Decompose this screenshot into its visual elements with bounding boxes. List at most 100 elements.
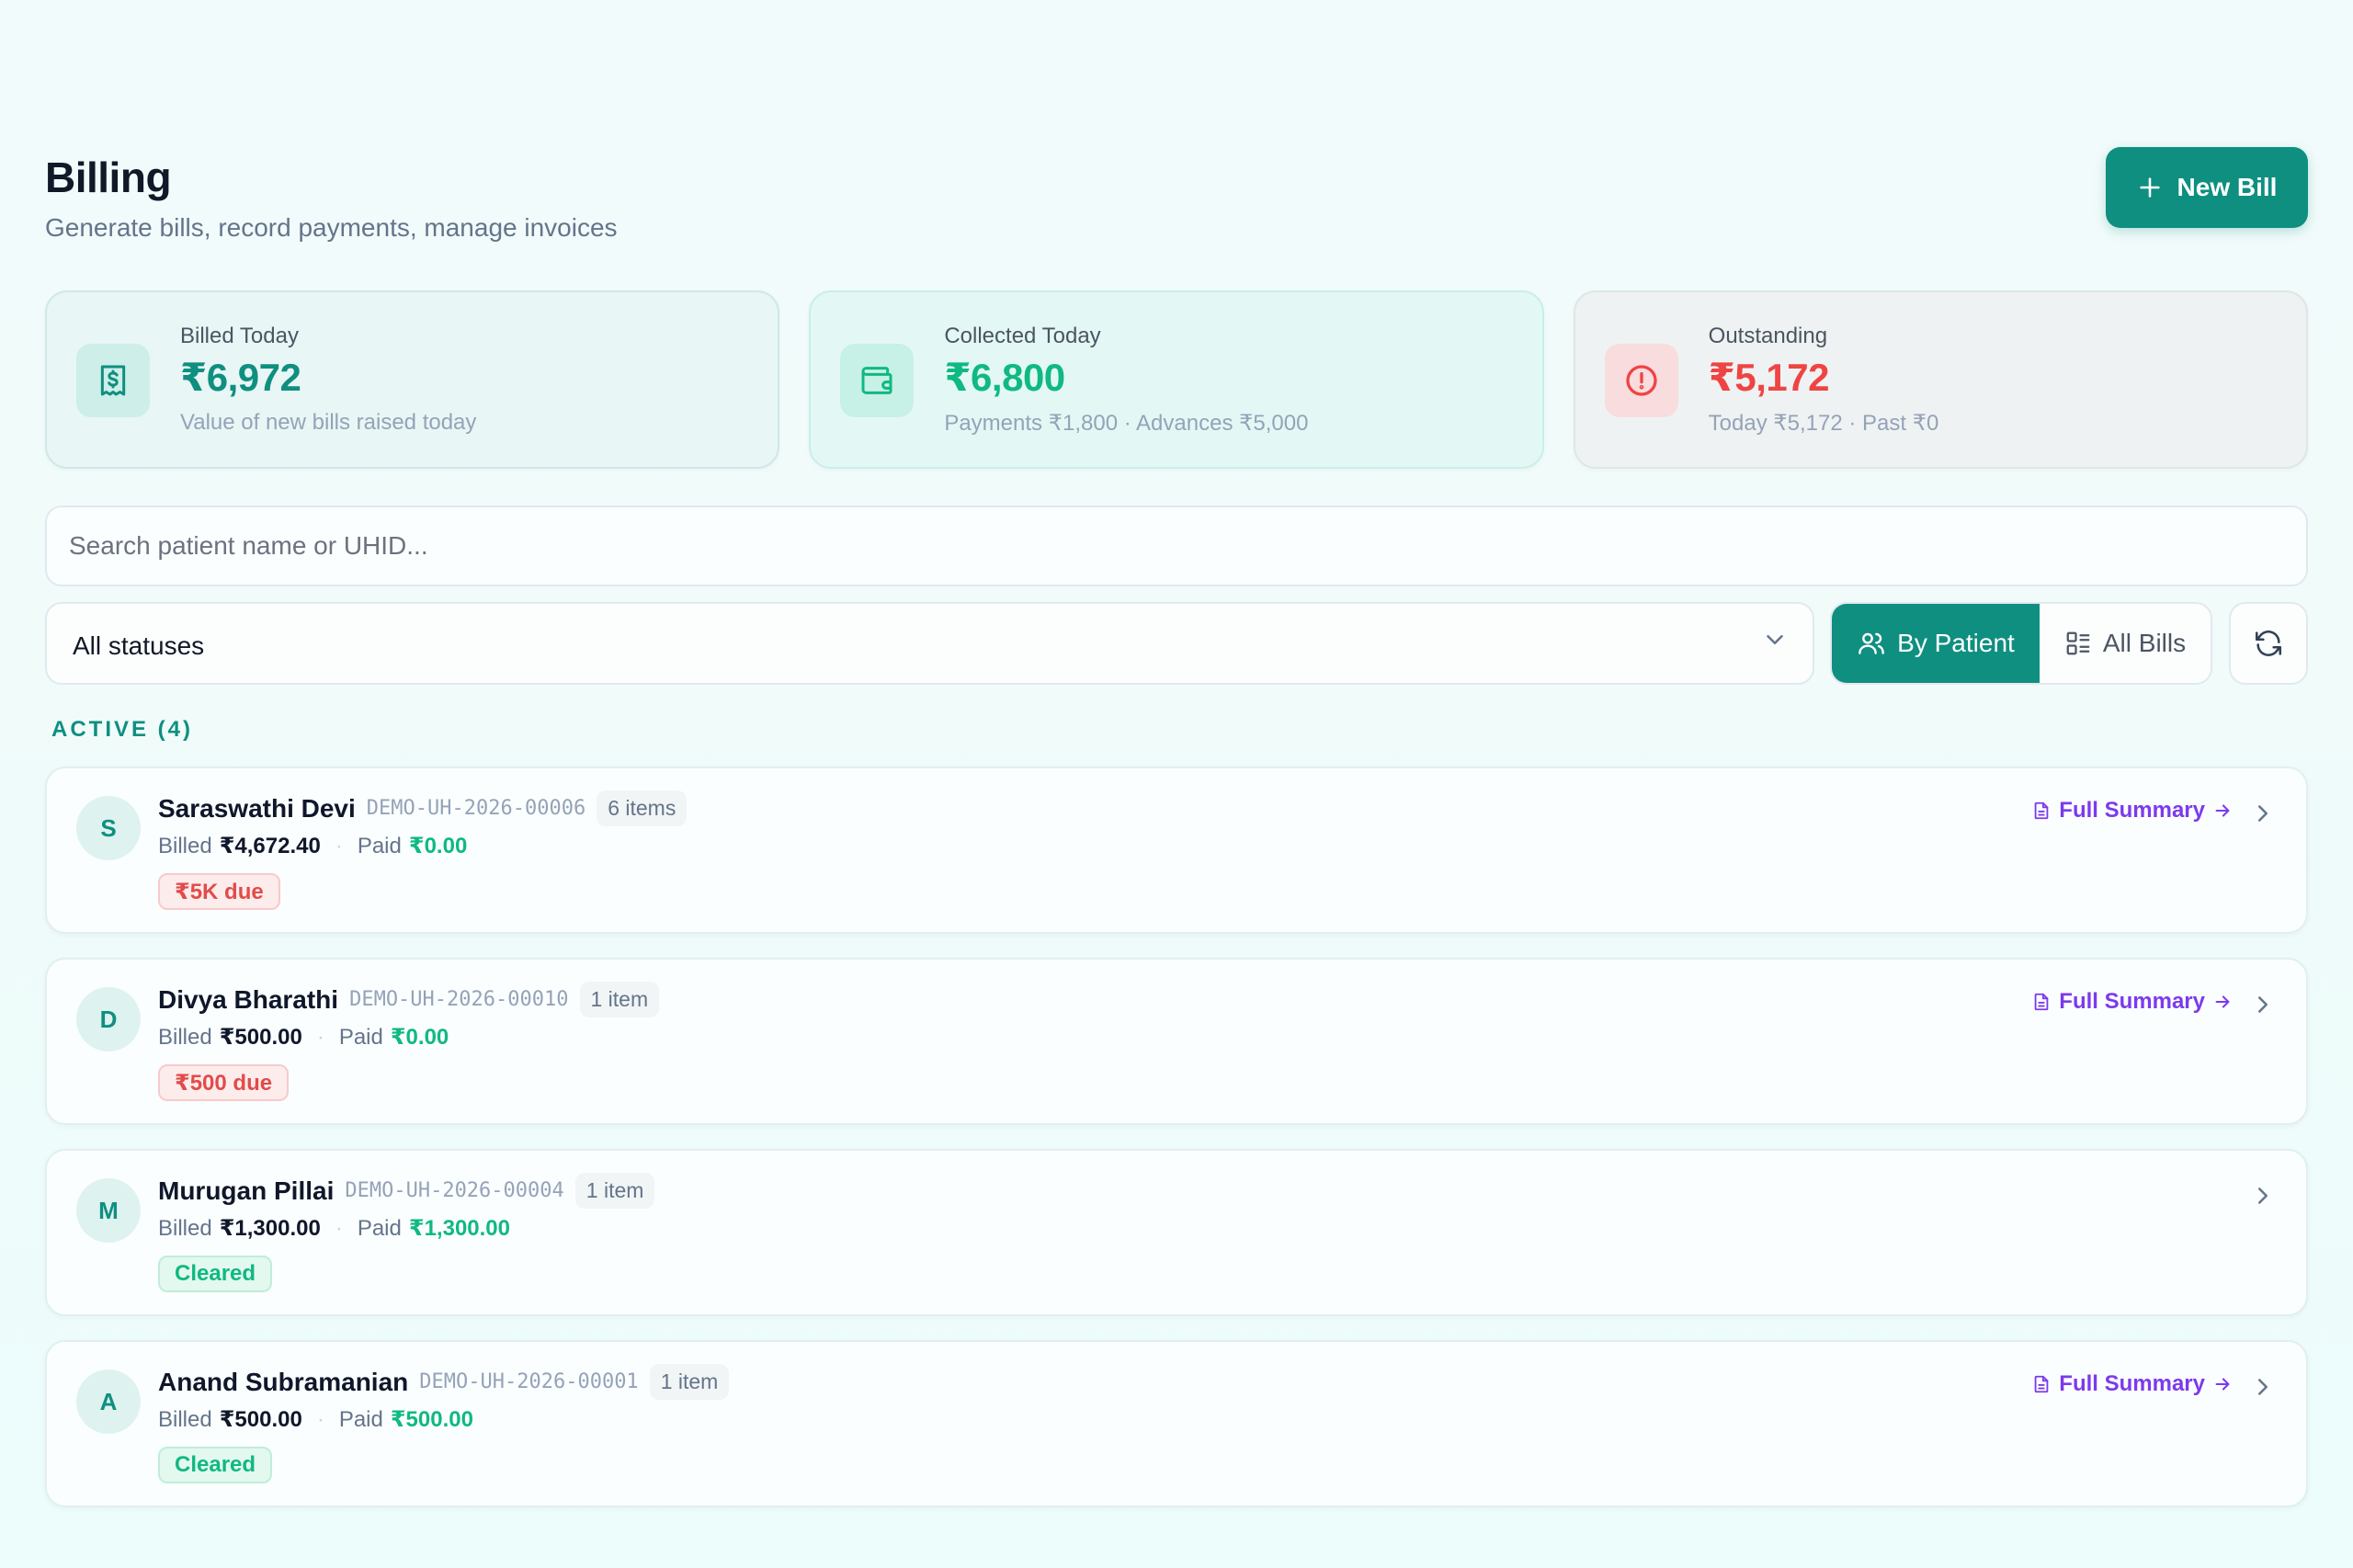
page-header: Billing Generate bills, record payments,… (45, 147, 2308, 248)
status-filter-select[interactable]: All statuses (45, 602, 1814, 685)
patient-header-line: Anand Subramanian DEMO-UH-2026-00001 1 i… (158, 1364, 730, 1400)
patient-header-line: Saraswathi Devi DEMO-UH-2026-00006 6 ite… (158, 790, 688, 826)
patient-header-line: Murugan Pillai DEMO-UH-2026-00004 1 item (158, 1173, 655, 1209)
new-bill-label: New Bill (2177, 173, 2278, 201)
section-label-active: ACTIVE (4) (51, 717, 194, 742)
document-icon (2034, 993, 2049, 1011)
patient-row[interactable]: S Saraswathi Devi DEMO-UH-2026-00006 6 i… (45, 767, 2308, 934)
item-count-badge: 1 item (574, 1173, 655, 1209)
avatar: M (76, 1178, 141, 1243)
patient-header-line: Divya Bharathi DEMO-UH-2026-00010 1 item (158, 982, 660, 1017)
full-summary-link[interactable]: Full Summary (2031, 1371, 2233, 1397)
billed-label: Billed (158, 1024, 212, 1050)
stat-label: Billed Today (180, 324, 299, 348)
paid-amount: ₹0.00 (408, 834, 468, 858)
stat-value: ₹6,800 (944, 356, 1065, 399)
stat-card-billed-today: Billed Today ₹6,972 Value of new bills r… (45, 290, 780, 469)
patient-uhid: DEMO-UH-2026-00001 (419, 1370, 639, 1393)
view-by-patient-button[interactable]: By Patient (1832, 604, 2040, 683)
patient-uhid: DEMO-UH-2026-00010 (349, 988, 569, 1011)
billed-amount: ₹500.00 (219, 1025, 302, 1050)
billed-amount: ₹4,672.40 (219, 834, 321, 858)
paid-amount: ₹1,300.00 (408, 1216, 510, 1241)
full-summary-label: Full Summary (2059, 798, 2205, 823)
item-count-badge: 1 item (579, 982, 660, 1017)
full-summary-label: Full Summary (2059, 1371, 2205, 1396)
status-badge: Cleared (158, 1447, 273, 1483)
filter-row: All statuses By Patient All Bills (45, 602, 2308, 685)
status-filter-value: All statuses (73, 631, 205, 660)
stat-card-collected-today: Collected Today ₹6,800 Payments ₹1,800 ·… (809, 290, 1544, 469)
status-badge: ₹5K due (158, 873, 280, 910)
patient-uhid: DEMO-UH-2026-00006 (366, 797, 586, 820)
view-toggle: By Patient All Bills (1830, 602, 2212, 685)
chevron-right-icon[interactable] (2249, 1373, 2277, 1401)
paid-amount: ₹0.00 (390, 1025, 449, 1050)
stat-card-outstanding: Outstanding ₹5,172 Today ₹5,172 · Past ₹… (1573, 290, 2308, 469)
paid-label: Paid (357, 1215, 402, 1241)
patient-row[interactable]: A Anand Subramanian DEMO-UH-2026-00001 1… (45, 1340, 2308, 1507)
patient-name: Anand Subramanian (158, 1367, 409, 1396)
status-badge: ₹500 due (158, 1064, 290, 1101)
separator-dot: · (335, 1215, 343, 1241)
separator-dot: · (316, 1406, 324, 1432)
chevron-right-icon[interactable] (2249, 991, 2277, 1018)
plus-icon (2139, 177, 2160, 198)
paid-amount: ₹500.00 (390, 1407, 473, 1432)
status-badge: Cleared (158, 1256, 273, 1292)
stat-value: ₹6,972 (180, 356, 301, 399)
view-by-patient-label: By Patient (1897, 629, 2015, 657)
patient-row[interactable]: M Murugan Pillai DEMO-UH-2026-00004 1 it… (45, 1149, 2308, 1316)
view-all-bills-button[interactable]: All Bills (2040, 604, 2211, 683)
receipt-icon (76, 344, 150, 417)
separator-dot: · (316, 1024, 324, 1050)
chevron-down-icon (1767, 635, 1783, 644)
chevron-right-icon[interactable] (2249, 800, 2277, 827)
refresh-button[interactable] (2229, 602, 2308, 685)
list-icon (2066, 631, 2090, 655)
stat-note: Value of new bills raised today (180, 410, 477, 435)
page-subtitle: Generate bills, record payments, manage … (45, 213, 618, 242)
patient-amounts: Billed ₹1,300.00 · Paid ₹1,300.00 (158, 1215, 510, 1242)
arrow-right-icon (2215, 804, 2230, 817)
stat-value: ₹5,172 (1708, 356, 1830, 399)
billed-amount: ₹500.00 (219, 1407, 302, 1432)
patient-name: Murugan Pillai (158, 1176, 335, 1205)
page-title: Billing (45, 153, 172, 201)
users-icon (1859, 632, 1885, 654)
search-input[interactable] (45, 506, 2308, 586)
avatar: S (76, 796, 141, 860)
alert-circle-icon (1604, 344, 1678, 417)
avatar: A (76, 1369, 141, 1434)
patient-uhid: DEMO-UH-2026-00004 (345, 1179, 564, 1202)
patient-amounts: Billed ₹500.00 · Paid ₹0.00 (158, 1024, 449, 1051)
arrow-right-icon (2215, 1378, 2230, 1391)
billed-label: Billed (158, 1215, 212, 1241)
patient-amounts: Billed ₹500.00 · Paid ₹500.00 (158, 1406, 473, 1433)
patient-name: Saraswathi Devi (158, 793, 356, 823)
wallet-icon (840, 344, 915, 417)
full-summary-link[interactable]: Full Summary (2031, 798, 2233, 824)
avatar: D (76, 987, 141, 1051)
document-icon (2034, 1375, 2049, 1393)
item-count-badge: 1 item (649, 1364, 730, 1400)
patient-row[interactable]: D Divya Bharathi DEMO-UH-2026-00010 1 it… (45, 958, 2308, 1125)
new-bill-button[interactable]: New Bill (2106, 147, 2308, 228)
paid-label: Paid (338, 1406, 383, 1432)
billed-label: Billed (158, 833, 212, 858)
paid-label: Paid (338, 1024, 383, 1050)
item-count-badge: 6 items (597, 790, 688, 826)
full-summary-label: Full Summary (2059, 989, 2205, 1014)
patient-name: Divya Bharathi (158, 984, 339, 1014)
paid-label: Paid (357, 833, 402, 858)
stat-label: Outstanding (1708, 324, 1828, 348)
document-icon (2034, 801, 2049, 820)
arrow-right-icon (2215, 995, 2230, 1008)
patient-amounts: Billed ₹4,672.40 · Paid ₹0.00 (158, 833, 467, 859)
chevron-right-icon[interactable] (2249, 1182, 2277, 1210)
full-summary-link[interactable]: Full Summary (2031, 989, 2233, 1015)
stat-note: Today ₹5,172 · Past ₹0 (1708, 411, 1939, 436)
billed-label: Billed (158, 1406, 212, 1432)
stat-label: Collected Today (944, 324, 1101, 348)
refresh-icon (2255, 631, 2282, 656)
